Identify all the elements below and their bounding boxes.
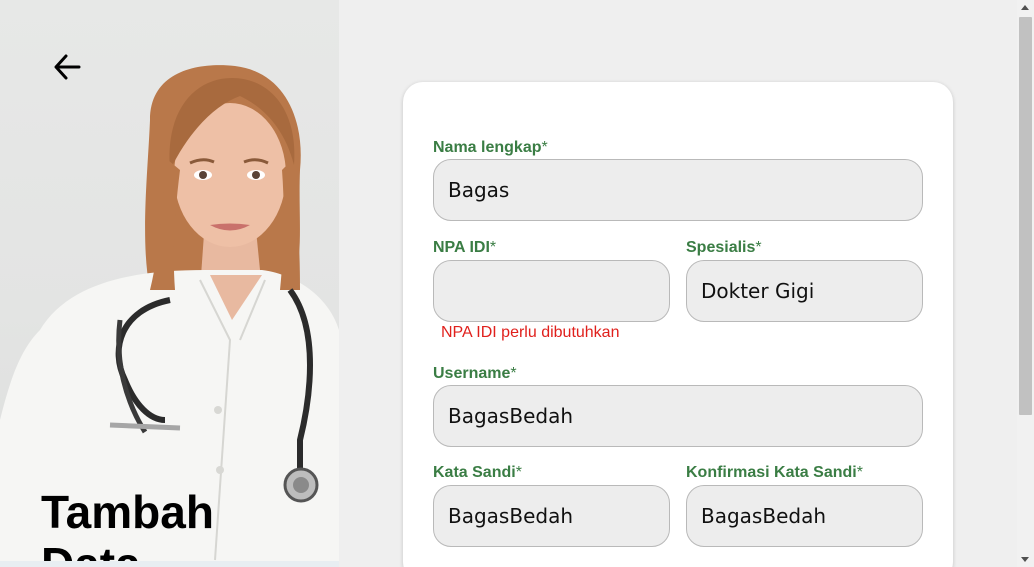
sandi-field: Kata Sandi*: [433, 464, 522, 482]
sandi-label: Kata Sandi*: [433, 464, 522, 481]
konfirmasi-field: Konfirmasi Kata Sandi*: [686, 464, 863, 482]
nama-field: Nama lengkap*: [433, 139, 548, 157]
spesialis-field: Spesialis*: [686, 239, 762, 257]
scroll-thumb[interactable]: [1019, 17, 1032, 415]
username-field: Username*: [433, 365, 517, 383]
scroll-down-icon[interactable]: [1021, 557, 1029, 562]
sandi-input[interactable]: BagasBedah: [433, 485, 670, 547]
spesialis-input[interactable]: Dokter Gigi: [686, 260, 923, 322]
npa-field: NPA IDI*: [433, 239, 496, 257]
nama-label: Nama lengkap*: [433, 139, 548, 156]
arrow-left-icon: [54, 54, 81, 80]
username-input[interactable]: BagasBedah: [433, 385, 923, 447]
username-label: Username*: [433, 365, 517, 382]
back-button[interactable]: [48, 48, 86, 86]
spesialis-label: Spesialis*: [686, 239, 762, 256]
page-scrollbar[interactable]: [1017, 0, 1034, 567]
npa-error: NPA IDI perlu dibutuhkan: [441, 324, 620, 341]
nama-input[interactable]: Bagas: [433, 159, 923, 221]
npa-input[interactable]: [433, 260, 670, 322]
npa-label: NPA IDI*: [433, 239, 497, 256]
hero-bottom-strip: [0, 561, 339, 567]
hero-panel: Tambah Data: [0, 0, 339, 567]
konfirmasi-label: Konfirmasi Kata Sandi*: [686, 464, 863, 481]
scroll-up-icon[interactable]: [1021, 5, 1029, 10]
konfirmasi-input[interactable]: BagasBedah: [686, 485, 923, 547]
page-title: Tambah Data: [41, 486, 214, 567]
form-card: Nama lengkap* Bagas NPA IDI* NPA IDI per…: [403, 82, 953, 567]
